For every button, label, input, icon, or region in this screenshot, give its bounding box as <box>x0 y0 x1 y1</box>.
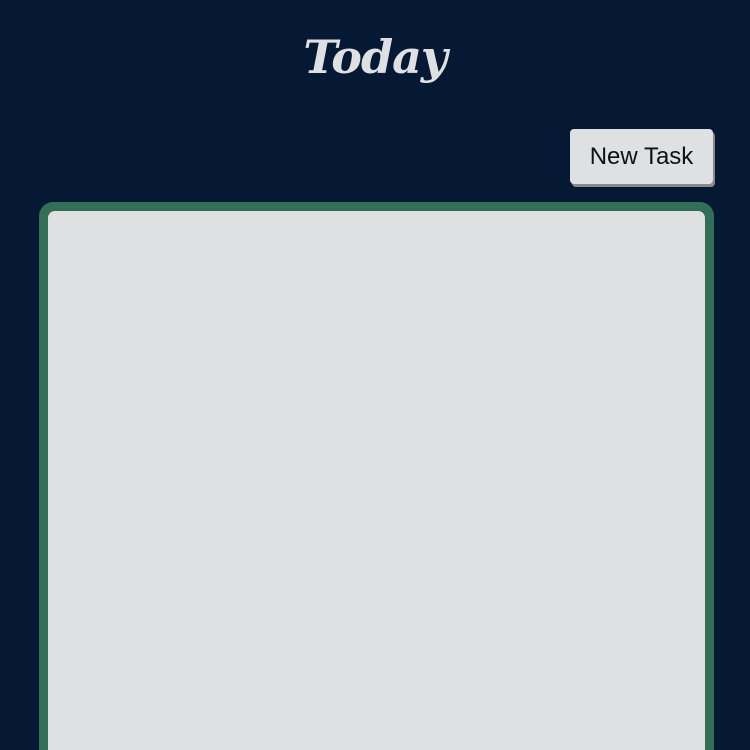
new-task-button[interactable]: New Task <box>570 129 713 184</box>
page-title: Today <box>303 30 447 84</box>
task-panel <box>39 202 714 750</box>
task-list[interactable] <box>48 211 705 750</box>
